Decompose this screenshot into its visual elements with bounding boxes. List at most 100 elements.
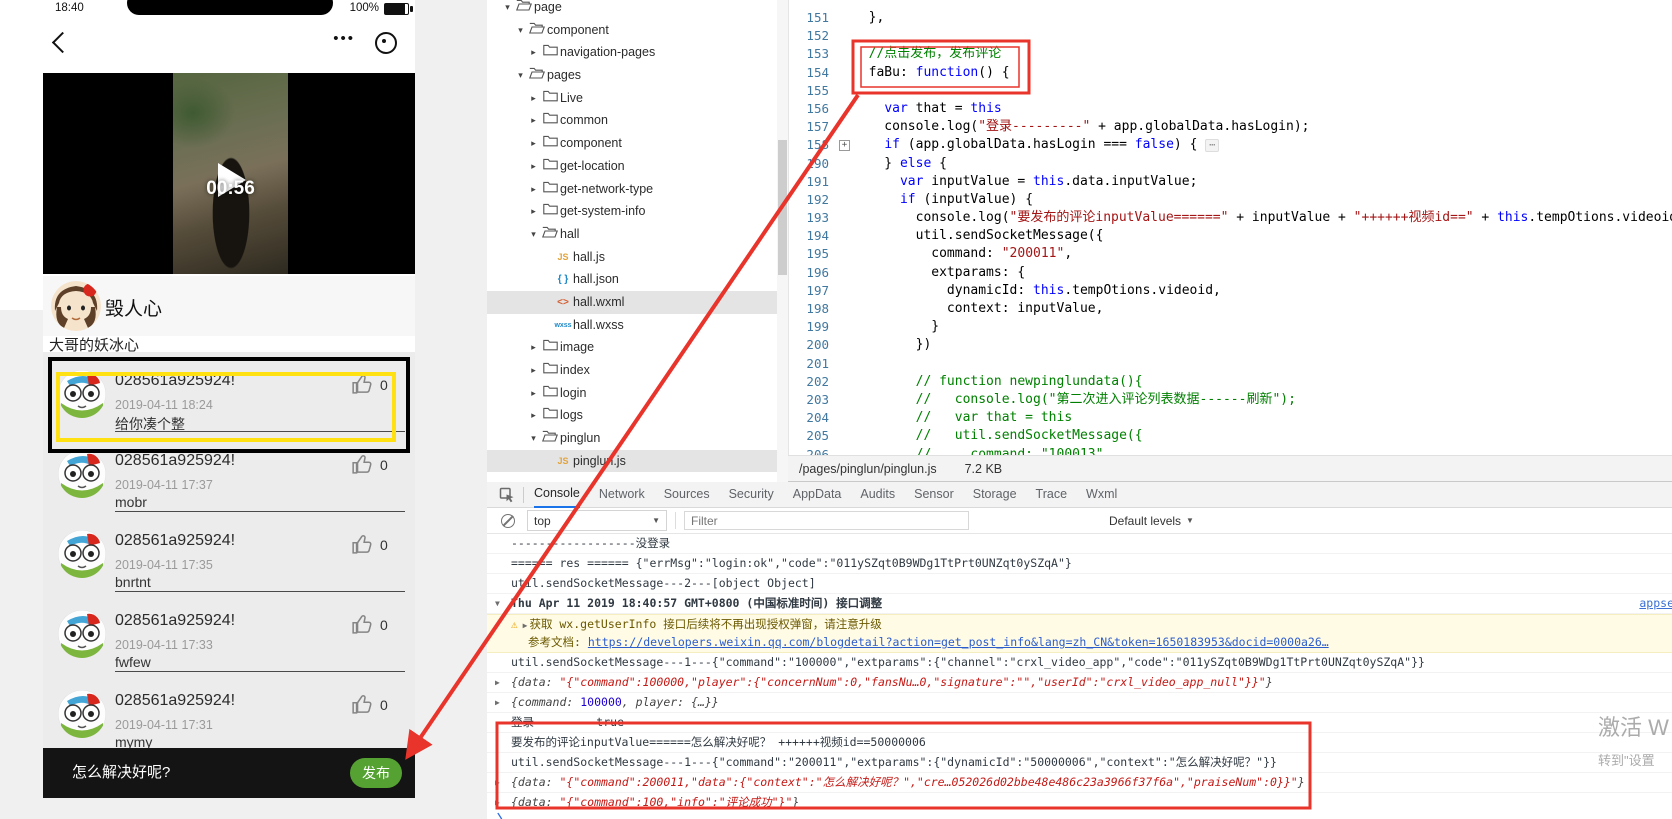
log-token: } bbox=[1297, 775, 1305, 789]
code-editor[interactable]: 151 }, 152 153 //点击发布，发布评论 154 faBu: functi… bbox=[788, 0, 1672, 455]
folder-icon bbox=[540, 155, 560, 178]
collapse-icon[interactable]: ▾ bbox=[527, 427, 540, 450]
tree-item-index[interactable]: ▸ index bbox=[487, 359, 788, 382]
video-player[interactable]: 00:56 bbox=[43, 73, 415, 274]
clear-console-icon[interactable] bbox=[501, 513, 515, 528]
line-number: 206 bbox=[806, 446, 829, 456]
like-button[interactable]: 0 bbox=[351, 454, 397, 475]
expand-icon[interactable]: ▸ bbox=[527, 87, 540, 110]
token: }) bbox=[853, 337, 932, 353]
tree-item-label: pinglun.js bbox=[573, 453, 626, 468]
tab-security[interactable]: Security bbox=[729, 482, 774, 507]
tree-item-hall[interactable]: ▾ hall bbox=[487, 223, 788, 246]
tree-item-get-network-type[interactable]: ▸ get-network-type bbox=[487, 178, 788, 201]
collapse-icon[interactable]: ▾ bbox=[501, 0, 514, 19]
folder-icon bbox=[540, 404, 560, 427]
console-message: ▶ {data: "{"command":100000,"player":{"co… bbox=[487, 673, 1672, 693]
tree-item-pages[interactable]: ▾ pages bbox=[487, 64, 788, 87]
tree-item-get-location[interactable]: ▸ get-location bbox=[487, 155, 788, 178]
log-level-dropdown[interactable]: Default levels ▼ bbox=[1109, 514, 1194, 528]
tab-appdata[interactable]: AppData bbox=[793, 482, 842, 507]
expand-icon[interactable]: ▶ bbox=[495, 673, 500, 692]
weixin-devtools-window: 18:40 100% ••• 00:56 毁人心 大哥的妖冰心 028561a9… bbox=[0, 0, 1672, 819]
tab-console[interactable]: Console bbox=[534, 481, 580, 508]
tree-item-login[interactable]: ▸ login bbox=[487, 382, 788, 405]
console-prompt[interactable]: 〉 bbox=[487, 810, 1672, 819]
expand-icon[interactable]: ▸ bbox=[527, 359, 540, 382]
tree-item-navigation-pages[interactable]: ▸ navigation-pages bbox=[487, 41, 788, 64]
token: // util.sendSocketMessage({ bbox=[853, 428, 1143, 444]
tab-audits[interactable]: Audits bbox=[860, 482, 895, 507]
expand-icon[interactable]: ▸ bbox=[527, 109, 540, 132]
collapse-icon[interactable]: ▾ bbox=[527, 223, 540, 246]
collapse-icon[interactable]: ▾ bbox=[514, 64, 527, 87]
code-line: 195 command: "200011", bbox=[789, 245, 1672, 263]
tree-item-image[interactable]: ▸ image bbox=[487, 336, 788, 359]
tree-item-logs[interactable]: ▸ logs bbox=[487, 404, 788, 427]
console-source-link[interactable]: appse bbox=[1639, 594, 1672, 613]
execution-context-dropdown[interactable]: top ▼ bbox=[527, 510, 667, 531]
comment-timestamp: 2019-04-11 17:31 bbox=[115, 718, 213, 732]
code-line: 205 // util.sendSocketMessage({ bbox=[789, 427, 1672, 445]
more-icon[interactable]: ••• bbox=[333, 30, 355, 47]
tree-item-get-system-info[interactable]: ▸ get-system-info bbox=[487, 200, 788, 223]
doc-link[interactable]: https://developers.weixin.qq.com/blogdet… bbox=[588, 635, 1329, 649]
expand-icon[interactable]: ▶ bbox=[495, 693, 500, 712]
back-icon[interactable] bbox=[51, 31, 74, 54]
tree-item-component[interactable]: ▸ component bbox=[487, 132, 788, 155]
gutter bbox=[838, 391, 853, 409]
tree-item-common[interactable]: ▸ common bbox=[487, 109, 788, 132]
expand-icon[interactable]: ▸ bbox=[527, 41, 540, 64]
folder-icon bbox=[527, 64, 547, 87]
publish-button[interactable]: 发布 bbox=[350, 758, 402, 788]
expand-icon[interactable]: ▶ bbox=[523, 621, 528, 630]
tree-item-page[interactable]: ▾ page bbox=[487, 0, 788, 19]
code-text: // var that = this bbox=[853, 409, 1672, 427]
expand-icon[interactable]: ▼ bbox=[495, 594, 500, 613]
expand-icon[interactable]: ▸ bbox=[527, 336, 540, 359]
tree-item-hall.wxml[interactable]: <> hall.wxml bbox=[487, 290, 788, 314]
code-line: 201 bbox=[789, 355, 1672, 373]
code-line: 191 var inputValue = this.data.inputValu… bbox=[789, 173, 1672, 191]
expand-icon[interactable]: ▸ bbox=[527, 382, 540, 405]
capsule-exit-icon[interactable] bbox=[375, 32, 397, 54]
folder-icon bbox=[540, 132, 560, 155]
tree-item-hall.js[interactable]: JS hall.js bbox=[487, 246, 788, 269]
tree-scrollbar-thumb[interactable] bbox=[778, 140, 787, 275]
tab-storage[interactable]: Storage bbox=[973, 482, 1017, 507]
tab-sources[interactable]: Sources bbox=[664, 482, 710, 507]
tree-item-pinglun[interactable]: ▾ pinglun bbox=[487, 427, 788, 450]
comment-text: mymy bbox=[115, 734, 153, 748]
gutter bbox=[838, 118, 853, 136]
tab-wxml[interactable]: Wxml bbox=[1086, 482, 1117, 507]
tree-item-pinglun.js[interactable]: JS pinglun.js bbox=[487, 449, 788, 473]
line-number: 152 bbox=[806, 28, 829, 44]
tab-network[interactable]: Network bbox=[599, 482, 645, 507]
expand-icon[interactable]: ▸ bbox=[527, 155, 540, 178]
expand-icon[interactable]: ▸ bbox=[527, 132, 540, 155]
filter-input[interactable] bbox=[684, 511, 969, 530]
comment-input[interactable]: 怎么解决好呢? bbox=[72, 748, 170, 798]
code-line: 197 dynamicId: this.tempOtions.videoid, bbox=[789, 282, 1672, 300]
code-line: 204 // var that = this bbox=[789, 409, 1672, 427]
tree-item-Live[interactable]: ▸ Live bbox=[487, 87, 788, 110]
token: ) { bbox=[1173, 137, 1206, 153]
tab-trace[interactable]: Trace bbox=[1036, 482, 1068, 507]
like-button[interactable]: 0 bbox=[351, 694, 397, 715]
tree-item-hall.json[interactable]: { } hall.json bbox=[487, 268, 788, 291]
code-text: var that = this bbox=[853, 100, 1672, 118]
like-button[interactable]: 0 bbox=[351, 614, 397, 635]
like-button[interactable]: 0 bbox=[351, 534, 397, 555]
tree-scrollbar[interactable] bbox=[777, 0, 788, 482]
expand-icon[interactable]: ▸ bbox=[527, 178, 540, 201]
tab-sensor[interactable]: Sensor bbox=[914, 482, 954, 507]
tree-item-component[interactable]: ▾ component bbox=[487, 19, 788, 42]
expand-icon[interactable]: ▸ bbox=[527, 404, 540, 427]
code-text: }) bbox=[853, 336, 1672, 354]
inspect-element-icon[interactable] bbox=[499, 487, 515, 503]
expand-icon[interactable]: ▶ bbox=[495, 773, 500, 792]
tree-item-hall.wxss[interactable]: wxss hall.wxss bbox=[487, 314, 788, 337]
collapse-icon[interactable]: ▾ bbox=[514, 19, 527, 42]
fold-icon[interactable]: + bbox=[838, 136, 853, 154]
expand-icon[interactable]: ▸ bbox=[527, 200, 540, 223]
